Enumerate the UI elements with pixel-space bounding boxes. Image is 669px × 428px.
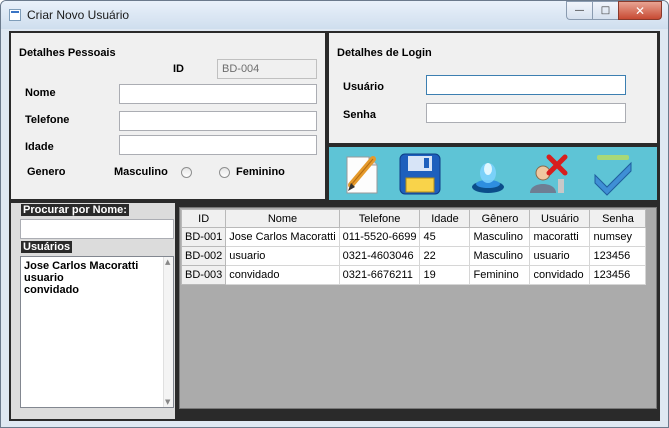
masculino-label: Masculino bbox=[114, 166, 168, 178]
close-button[interactable]: ✕ bbox=[618, 1, 662, 20]
table-cell[interactable]: 0321-4603046 bbox=[338, 246, 421, 266]
listbox-scrollbar[interactable]: ▲ ▼ bbox=[163, 257, 173, 407]
login-details-panel: Detalhes de Login Usuário Senha bbox=[329, 33, 657, 143]
telefone-label: Telefone bbox=[25, 114, 70, 126]
blue-lamp-icon[interactable] bbox=[465, 151, 511, 197]
table-cell[interactable]: usuario bbox=[225, 246, 340, 266]
title-bar[interactable]: Criar Novo Usuário — □ ✕ bbox=[1, 1, 668, 29]
main-window: Criar Novo Usuário — □ ✕ Detalhes Pessoa… bbox=[0, 0, 669, 428]
idade-field[interactable] bbox=[119, 135, 317, 155]
senha-label: Senha bbox=[343, 109, 377, 121]
check-icon[interactable] bbox=[589, 151, 635, 197]
table-cell[interactable]: 123456 bbox=[589, 246, 647, 266]
users-label: Usuários bbox=[21, 241, 73, 253]
table-cell[interactable]: Masculino bbox=[469, 246, 531, 266]
column-header[interactable]: Senha bbox=[589, 209, 647, 228]
table-cell[interactable]: convidado bbox=[225, 265, 340, 285]
list-item[interactable]: convidado bbox=[21, 284, 173, 296]
table-cell[interactable]: numsey bbox=[589, 227, 647, 247]
users-listbox[interactable]: Jose Carlos Macoratti usuario convidado ▲ … bbox=[20, 256, 174, 408]
login-details-title: Detalhes de Login bbox=[337, 47, 432, 59]
usuario-field[interactable] bbox=[426, 75, 626, 95]
nome-label: Nome bbox=[25, 87, 56, 99]
list-item[interactable]: Jose Carlos Macoratti bbox=[21, 260, 173, 272]
column-header[interactable]: Telefone bbox=[338, 209, 421, 228]
table-cell[interactable]: 123456 bbox=[589, 265, 647, 285]
table-cell[interactable]: 19 bbox=[419, 265, 471, 285]
usuario-label: Usuário bbox=[343, 81, 384, 93]
telefone-field[interactable] bbox=[119, 111, 317, 131]
table-cell[interactable]: 22 bbox=[419, 246, 471, 266]
action-toolbar bbox=[329, 147, 657, 200]
window-title: Criar Novo Usuário bbox=[27, 8, 130, 22]
column-header[interactable]: Idade bbox=[419, 209, 471, 228]
users-datagrid[interactable]: ID Nome Telefone Idade Gênero Usuário Senha BD… bbox=[179, 207, 657, 409]
table-cell[interactable]: macoratti bbox=[529, 227, 591, 247]
search-input[interactable] bbox=[20, 219, 174, 239]
table-cell[interactable]: Jose Carlos Macoratti bbox=[225, 227, 340, 247]
users-table: ID Nome Telefone Idade Gênero Usuário Senha BD… bbox=[180, 209, 647, 285]
senha-field[interactable] bbox=[426, 103, 626, 123]
table-cell[interactable]: Masculino bbox=[469, 227, 531, 247]
table-cell[interactable]: 011-5520-6699 bbox=[338, 227, 421, 247]
floppy-save-icon[interactable] bbox=[397, 151, 443, 197]
scroll-up-icon[interactable]: ▲ bbox=[165, 258, 170, 266]
scroll-down-icon[interactable]: ▼ bbox=[165, 398, 170, 406]
search-label: Procurar por Nome: bbox=[21, 204, 129, 216]
feminino-radio[interactable] bbox=[219, 167, 230, 178]
feminino-label: Feminino bbox=[236, 166, 285, 178]
maximize-button[interactable]: □ bbox=[592, 1, 618, 20]
table-cell[interactable]: 0321-6676211 bbox=[338, 265, 421, 285]
user-delete-icon[interactable] bbox=[525, 151, 571, 197]
column-header[interactable]: Usuário bbox=[529, 209, 591, 228]
table-cell[interactable]: convidado bbox=[529, 265, 591, 285]
table-row[interactable]: BD-001 Jose Carlos Macoratti 011-5520-6699… bbox=[180, 227, 647, 247]
app-icon bbox=[9, 9, 21, 21]
id-field bbox=[217, 59, 317, 79]
table-cell[interactable]: BD-003 bbox=[180, 265, 227, 285]
nome-field[interactable] bbox=[119, 84, 317, 104]
genero-label: Genero bbox=[27, 166, 66, 178]
column-header[interactable]: ID bbox=[180, 209, 227, 228]
minimize-button[interactable]: — bbox=[566, 1, 592, 20]
table-row[interactable]: BD-003 convidado 0321-6676211 19 Feminino con… bbox=[180, 265, 647, 285]
table-row[interactable]: BD-002 usuario 0321-4603046 22 Masculino usua… bbox=[180, 246, 647, 266]
table-cell[interactable]: usuario bbox=[529, 246, 591, 266]
pencil-edit-icon[interactable] bbox=[339, 151, 385, 197]
column-header[interactable]: Nome bbox=[225, 209, 340, 228]
table-cell[interactable]: BD-001 bbox=[180, 227, 227, 247]
list-item[interactable]: usuario bbox=[21, 272, 173, 284]
id-label: ID bbox=[173, 63, 184, 75]
masculino-radio[interactable] bbox=[181, 167, 192, 178]
personal-details-title: Detalhes Pessoais bbox=[19, 47, 116, 59]
column-header[interactable]: Gênero bbox=[469, 209, 531, 228]
table-cell[interactable]: BD-002 bbox=[180, 246, 227, 266]
table-cell[interactable]: Feminino bbox=[469, 265, 531, 285]
table-cell[interactable]: 45 bbox=[419, 227, 471, 247]
personal-details-panel: Detalhes Pessoais ID Nome Telefone Idade… bbox=[11, 33, 325, 199]
idade-label: Idade bbox=[25, 141, 54, 153]
form-client-area: Detalhes Pessoais ID Nome Telefone Idade… bbox=[9, 31, 660, 421]
